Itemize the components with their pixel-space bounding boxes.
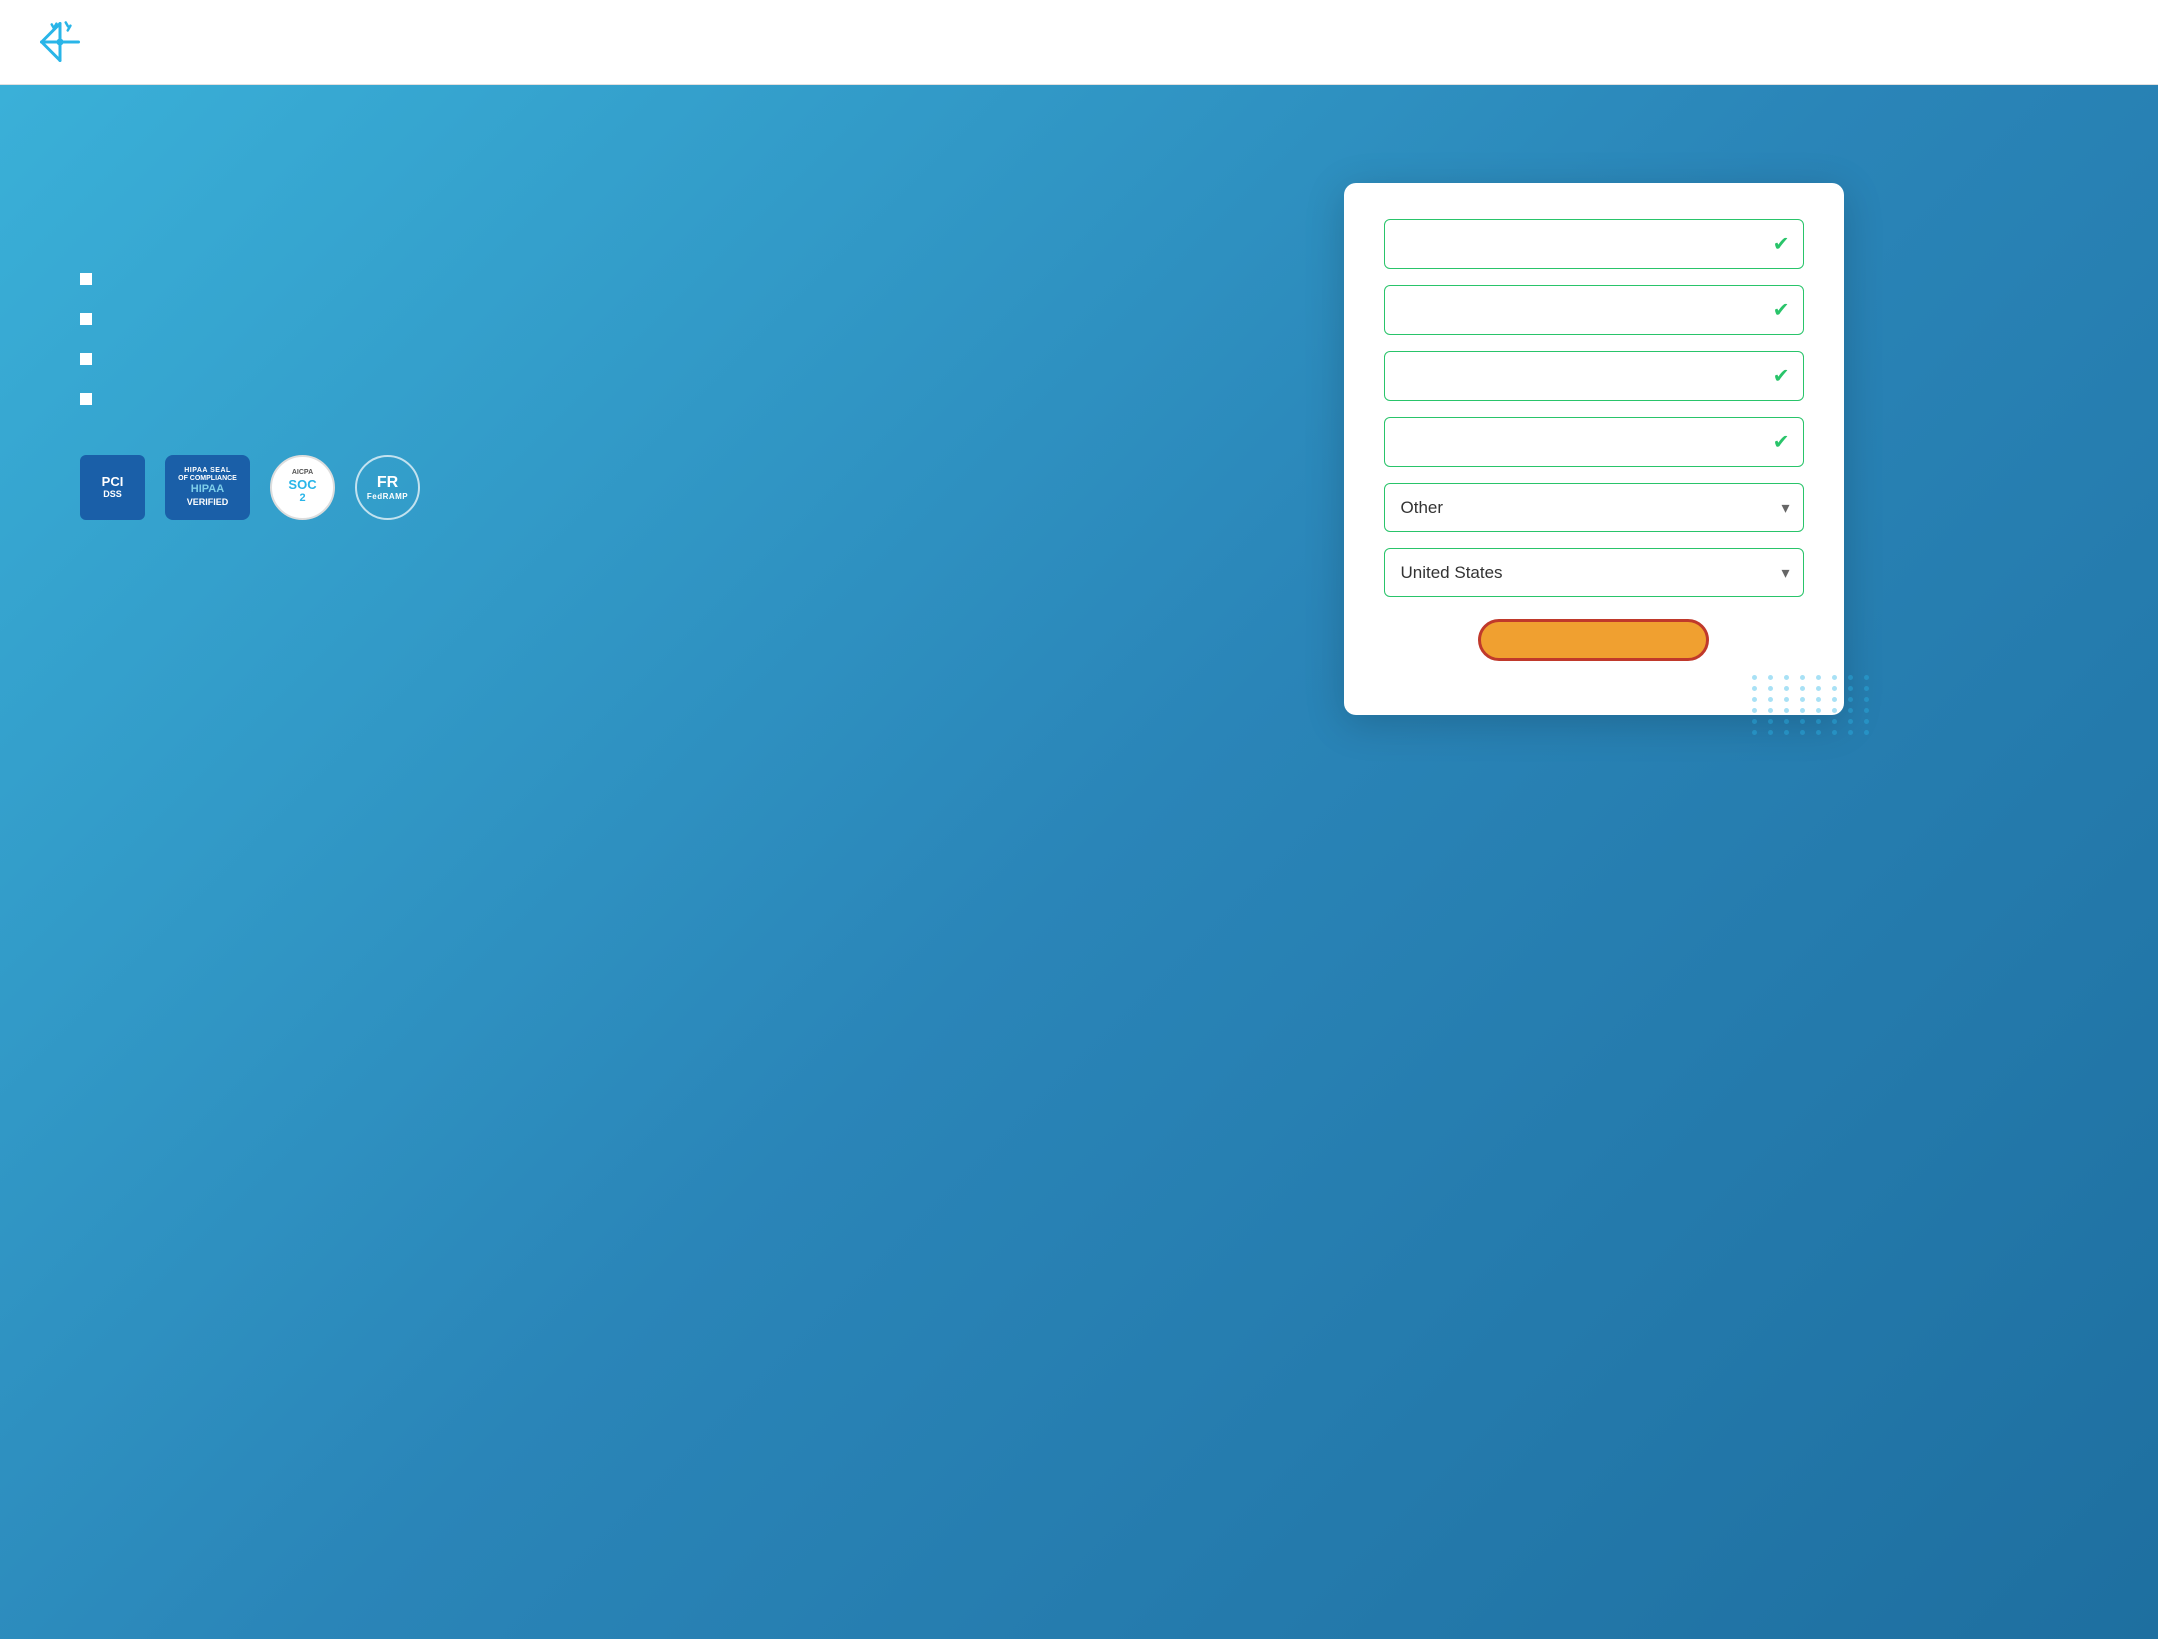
left-panel: PCI DSS HIPAA SEAL OF COMPLIANCE HIPAA V… xyxy=(80,145,1049,1579)
check-icon: ✔ xyxy=(1773,364,1790,389)
header xyxy=(0,0,2158,85)
hero-title xyxy=(80,165,1049,227)
main-content: PCI DSS HIPAA SEAL OF COMPLIANCE HIPAA V… xyxy=(0,85,2158,1639)
country-field: United States Canada United Kingdom Aust… xyxy=(1384,548,1804,597)
email-field: ✔ xyxy=(1384,351,1804,401)
role-select[interactable]: Other Engineer Analyst Manager Executive xyxy=(1384,483,1804,532)
dot-pattern-decoration: // Generate dots const dotContainer = do… xyxy=(1752,675,1874,735)
first-name-field: ✔ xyxy=(1384,219,1804,269)
first-name-input[interactable] xyxy=(1384,219,1804,269)
badges-row: PCI DSS HIPAA SEAL OF COMPLIANCE HIPAA V… xyxy=(80,455,1049,520)
soc-badge: AICPA SOC 2 xyxy=(270,455,335,520)
check-icon: ✔ xyxy=(1773,430,1790,455)
feature-list xyxy=(80,267,1049,405)
right-panel: ✔ ✔ ✔ ✔ Other Engineer xyxy=(1109,145,2078,1579)
logo xyxy=(36,18,94,66)
list-item xyxy=(80,267,1049,285)
check-icon: ✔ xyxy=(1773,298,1790,323)
hipaa-badge: HIPAA SEAL OF COMPLIANCE HIPAA VERIFIED xyxy=(165,455,250,520)
email-input[interactable] xyxy=(1384,351,1804,401)
snowflake-icon xyxy=(36,18,84,66)
bullet-icon xyxy=(80,313,92,325)
role-field: Other Engineer Analyst Manager Executive… xyxy=(1384,483,1804,532)
bullet-icon xyxy=(80,353,92,365)
continue-button[interactable] xyxy=(1478,619,1709,661)
list-item xyxy=(80,387,1049,405)
form-card: ✔ ✔ ✔ ✔ Other Engineer xyxy=(1344,183,1844,715)
company-input[interactable] xyxy=(1384,417,1804,467)
pci-badge: PCI DSS xyxy=(80,455,145,520)
country-select[interactable]: United States Canada United Kingdom Aust… xyxy=(1384,548,1804,597)
check-icon: ✔ xyxy=(1773,232,1790,257)
list-item xyxy=(80,307,1049,325)
last-name-field: ✔ xyxy=(1384,285,1804,335)
bullet-icon xyxy=(80,393,92,405)
fedramp-badge: FR FedRAMP xyxy=(355,455,420,520)
company-field: ✔ xyxy=(1384,417,1804,467)
last-name-input[interactable] xyxy=(1384,285,1804,335)
bullet-icon xyxy=(80,273,92,285)
list-item xyxy=(80,347,1049,365)
